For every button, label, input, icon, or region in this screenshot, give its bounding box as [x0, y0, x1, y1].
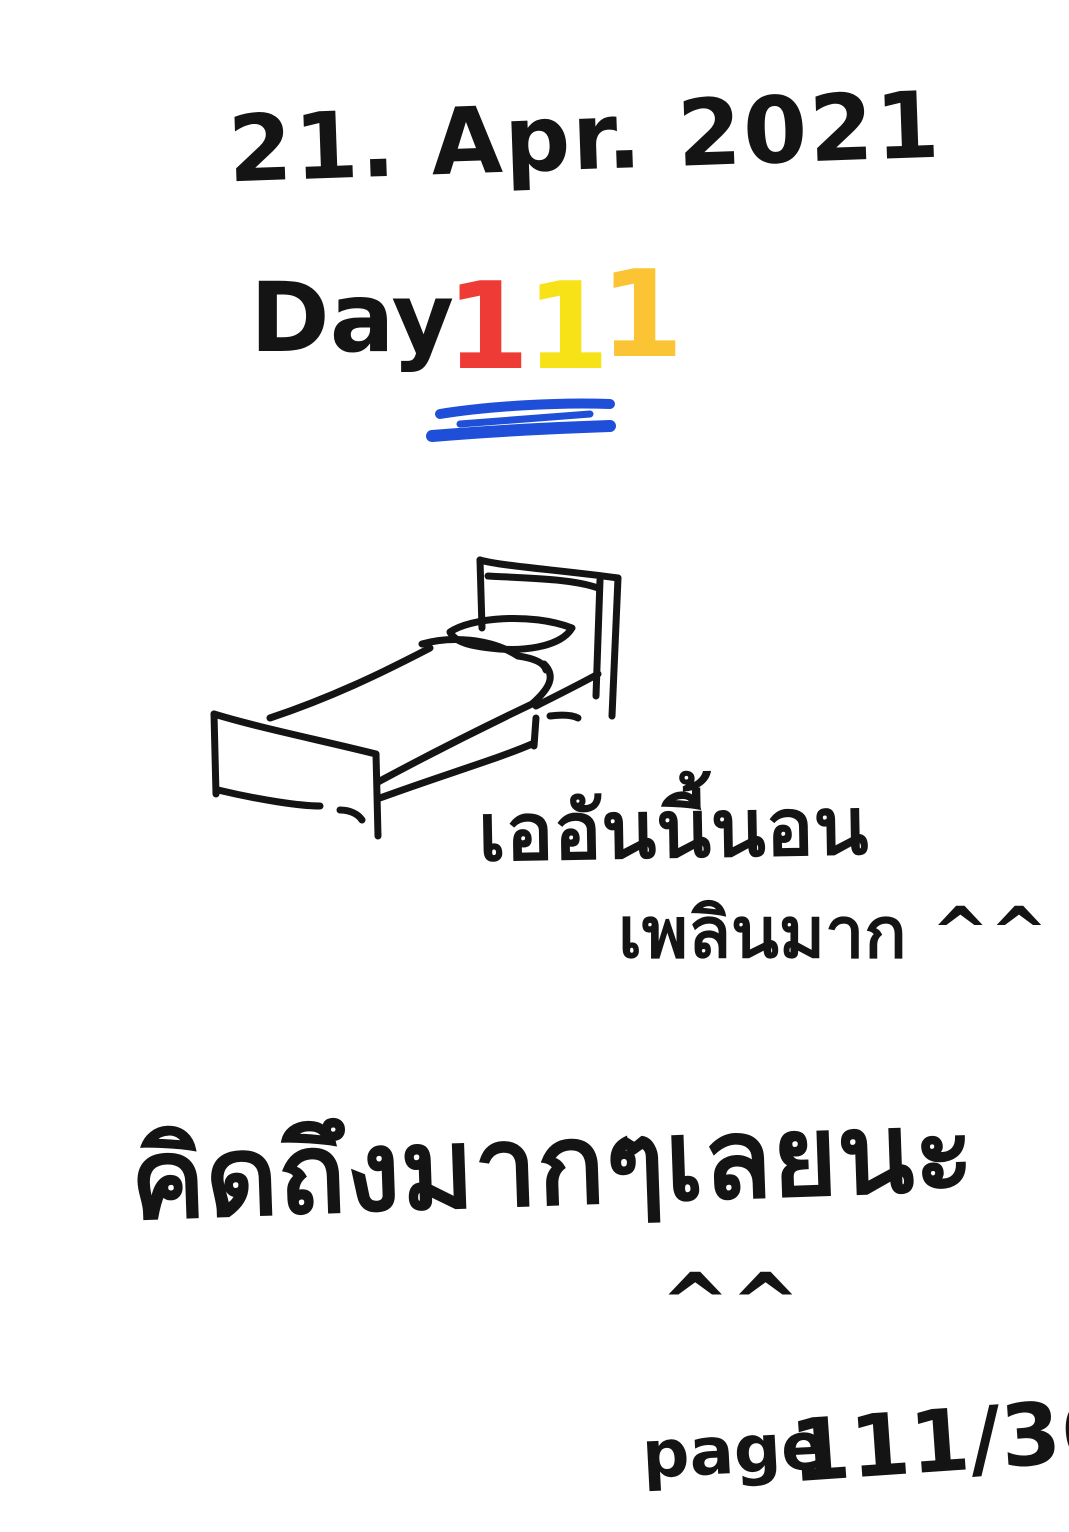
date-heading: 21. Apr. 2021: [226, 71, 943, 204]
journal-page: { "date": "21. Apr. 2021", "day": { "lab…: [0, 0, 1069, 1532]
day-digit-red: 1: [446, 258, 530, 397]
day-digit-yellow: 1: [526, 258, 610, 397]
note-line-2: เพลินมาก ^^: [618, 892, 1049, 974]
day-digit-orange: 1: [600, 246, 684, 385]
double-underline-scribble: [426, 398, 616, 442]
page-number: 111/365: [786, 1375, 1069, 1503]
smiley-face: ^^: [660, 1255, 801, 1353]
message-text: คิดถึงมากๆเลยนะ: [127, 1086, 977, 1246]
day-label: Day: [250, 262, 455, 374]
note-line-1: เออันนี้นอน: [477, 779, 870, 880]
